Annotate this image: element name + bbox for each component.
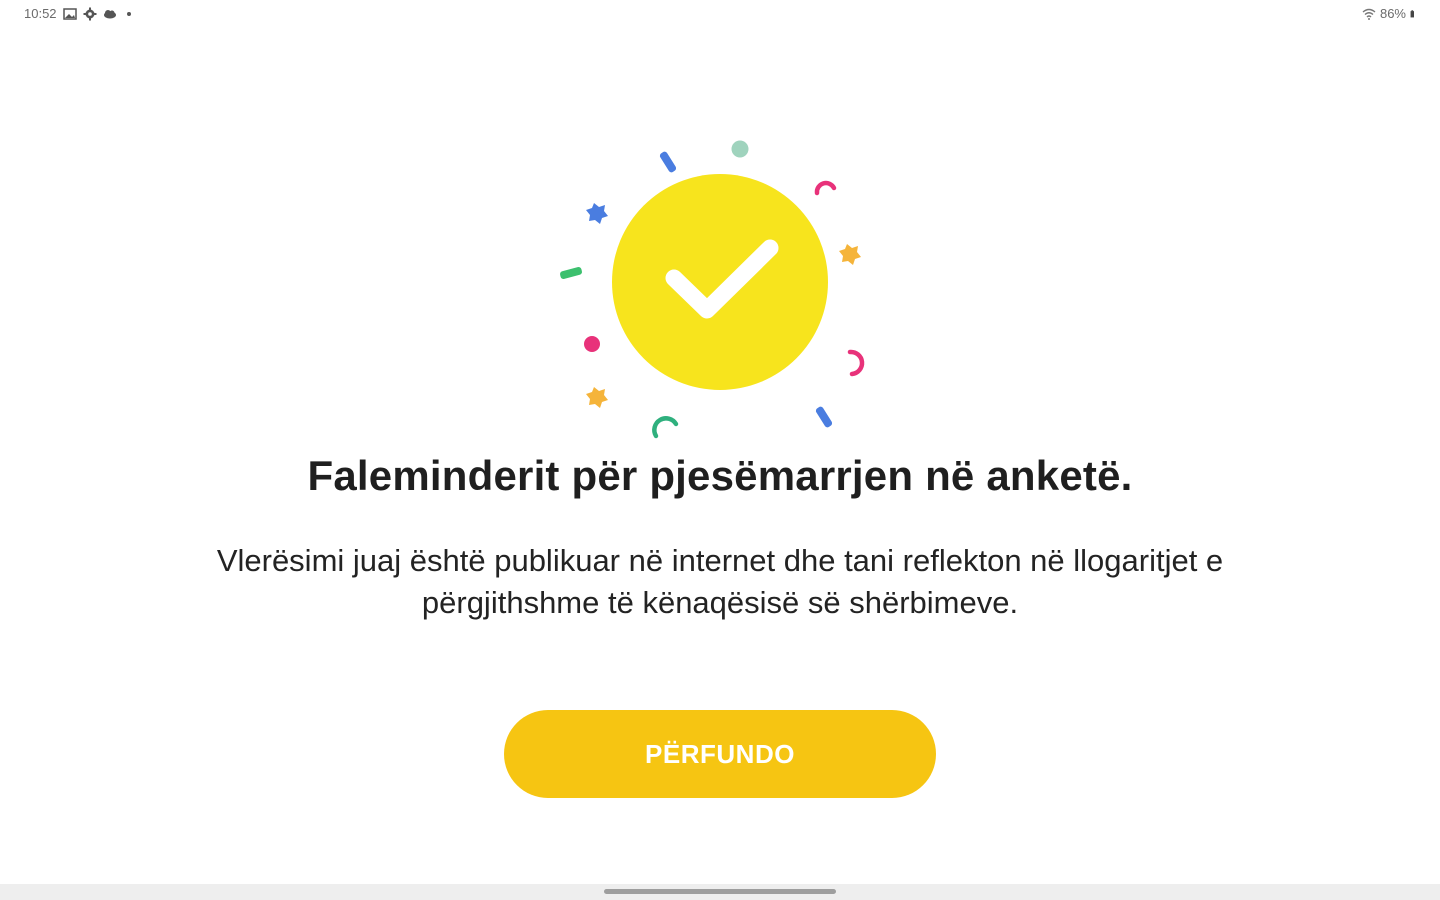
confetti-pink-arc-right <box>847 349 865 377</box>
success-illustration <box>560 140 865 439</box>
description-line-1: Vlerësimi juaj është publikuar në intern… <box>216 543 1224 578</box>
confetti-pink-arc-top <box>814 180 837 196</box>
confetti-blue-bottom <box>815 406 833 428</box>
status-time: 10:52 <box>24 6 57 21</box>
confetti-pink-dot <box>584 336 600 352</box>
gallery-icon <box>62 7 77 20</box>
cloud-icon <box>103 9 116 18</box>
confetti-orange-star-right <box>839 244 861 265</box>
home-gesture-handle[interactable] <box>604 889 836 894</box>
status-left: 10:52 <box>24 6 131 21</box>
status-right: 86% <box>1362 6 1418 21</box>
confetti-green-bar <box>560 266 582 280</box>
description-line-2: përgjithshme të kënaqësisë së shërbimeve… <box>421 585 1019 620</box>
finish-button[interactable]: PËRFUNDO <box>504 710 936 798</box>
confetti-green-arc <box>652 416 679 439</box>
description: Vlerësimi juaj është publikuar në intern… <box>140 540 1300 624</box>
battery-icon <box>1410 9 1414 17</box>
page-title: Faleminderit për pjesëmarrjen në anketë. <box>307 452 1133 499</box>
wifi-icon <box>1362 8 1376 20</box>
success-circle <box>612 174 828 390</box>
confetti-mint-top <box>731 140 749 158</box>
battery-percent: 86% <box>1379 6 1406 21</box>
settings-icon <box>83 7 97 20</box>
confetti-blue-star <box>586 203 608 224</box>
status-bar: 10:52 86% <box>0 0 1440 30</box>
notification-dot <box>126 11 131 16</box>
confetti-blue-top <box>659 151 677 173</box>
confetti-orange-star-left <box>586 387 608 408</box>
